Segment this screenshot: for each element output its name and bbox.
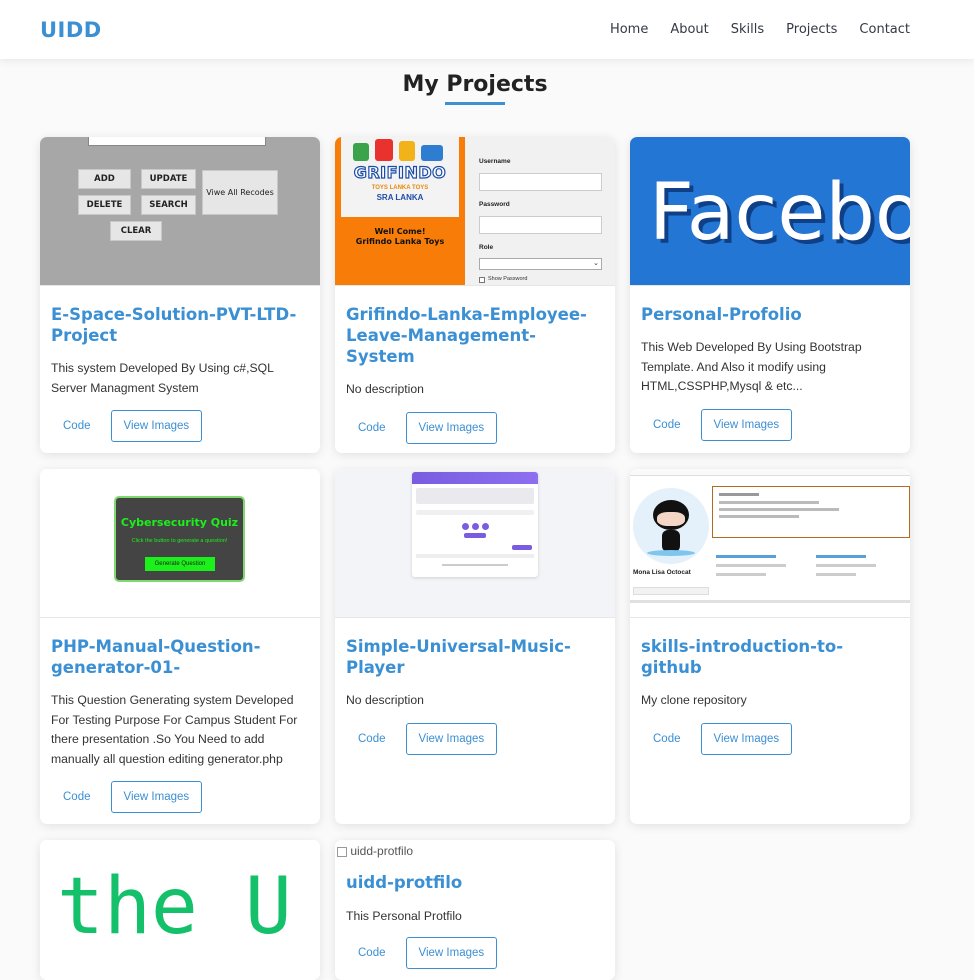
project-card: Mona Lisa Octocat skills-introduction-to… xyxy=(630,469,910,824)
project-description: No description xyxy=(346,693,424,707)
view-images-button[interactable]: View Images xyxy=(405,411,498,444)
project-thumbnail[interactable]: ADD UPDATE DELETE SEARCH CLEAR Viwe All … xyxy=(40,137,320,286)
project-description: No description xyxy=(346,382,424,396)
update-button-image: UPDATE xyxy=(141,169,196,189)
project-title[interactable]: Grifindo-Lanka-Employee-Leave-Management… xyxy=(346,304,604,367)
project-thumbnail[interactable]: the U xyxy=(40,840,320,980)
project-thumbnail[interactable]: GRIFINDO TOYS LANKA TOYS SRA LANKA Well … xyxy=(335,137,615,286)
nav-link-home[interactable]: Home xyxy=(610,22,648,37)
project-title[interactable]: E-Space-Solution-PVT-LTD-Project xyxy=(51,304,309,346)
project-thumbnail[interactable]: Cybersecurity Quiz Click the button to g… xyxy=(40,469,320,618)
project-description: This system Developed By Using c#,SQL Se… xyxy=(51,361,274,395)
code-link[interactable]: Code xyxy=(346,422,398,434)
nav-link-about[interactable]: About xyxy=(670,22,708,37)
project-title[interactable]: skills-introduction-to-github xyxy=(641,636,899,678)
project-title[interactable]: uidd-protfilo xyxy=(346,872,604,893)
project-description: This Web Developed By Using Bootstrap Te… xyxy=(641,340,862,393)
add-button-image: ADD xyxy=(78,169,131,189)
project-description: My clone repository xyxy=(641,693,747,707)
music-player-image xyxy=(412,472,538,577)
welcome-text: Well Come! xyxy=(374,227,426,236)
site-logo[interactable]: UIDD xyxy=(40,18,102,42)
grifindo-logo-image: GRIFINDO TOYS LANKA TOYS SRA LANKA xyxy=(341,137,459,217)
code-link[interactable]: Code xyxy=(51,420,103,432)
view-images-button[interactable]: View Images xyxy=(405,722,498,755)
broken-image-icon xyxy=(337,846,347,857)
navbar: UIDD Home About Skills Projects Contact xyxy=(0,0,974,59)
octocat-avatar-image xyxy=(633,488,709,564)
project-card: Cybersecurity Quiz Click the button to g… xyxy=(40,469,320,824)
title-underline xyxy=(445,102,505,105)
section-title: My Projects xyxy=(402,72,548,97)
input-field-image xyxy=(88,137,266,146)
search-button-image: SEARCH xyxy=(141,195,196,215)
code-link[interactable]: Code xyxy=(346,947,398,959)
project-description: This Personal Protfilo xyxy=(346,909,462,923)
readme-box-image xyxy=(712,486,910,538)
nav-menu: Home About Skills Projects Contact xyxy=(610,22,910,37)
project-thumbnail[interactable]: Facebo xyxy=(630,137,910,286)
project-card: uidd-protfilo uidd-protfilo This Persona… xyxy=(335,840,615,980)
orange-panel: GRIFINDO TOYS LANKA TOYS SRA LANKA Well … xyxy=(335,137,465,285)
code-link[interactable]: Code xyxy=(346,733,398,745)
view-images-button[interactable]: View Images xyxy=(110,781,203,813)
password-field-image xyxy=(479,216,602,234)
broken-image-placeholder[interactable]: uidd-protfilo xyxy=(335,840,615,858)
project-description: This Question Generating system Develope… xyxy=(51,693,298,766)
view-images-button[interactable]: View Images xyxy=(700,722,793,755)
project-title[interactable]: Personal-Profolio xyxy=(641,304,899,325)
the-u-text-image: the U xyxy=(57,862,292,952)
code-link[interactable]: Code xyxy=(641,419,693,431)
project-title[interactable]: PHP-Manual-Question-generator-01- xyxy=(51,636,309,678)
project-thumbnail[interactable]: Mona Lisa Octocat xyxy=(630,469,910,618)
project-card: Simple-Universal-Music-Player No descrip… xyxy=(335,469,615,824)
section-heading: My Projects xyxy=(0,72,950,105)
view-images-button[interactable]: View Images xyxy=(405,936,498,969)
view-images-button[interactable]: View Images xyxy=(700,408,793,441)
facebook-wordmark-image: Facebo xyxy=(649,168,910,258)
code-link[interactable]: Code xyxy=(51,791,103,803)
username-field-image xyxy=(479,173,602,191)
project-card: the U xyxy=(40,840,320,980)
project-title[interactable]: Simple-Universal-Music-Player xyxy=(346,636,604,678)
role-select-image: ⌄ xyxy=(479,258,602,270)
nav-link-skills[interactable]: Skills xyxy=(731,22,764,37)
nav-link-projects[interactable]: Projects xyxy=(786,22,837,37)
view-all-button-image: Viwe All Recodes xyxy=(202,170,278,215)
company-text: Grifindo Lanka Toys xyxy=(355,237,445,246)
delete-button-image: DELETE xyxy=(78,195,131,215)
nav-link-contact[interactable]: Contact xyxy=(859,22,910,37)
code-link[interactable]: Code xyxy=(641,733,693,745)
project-card: GRIFINDO TOYS LANKA TOYS SRA LANKA Well … xyxy=(335,137,615,453)
project-card: Facebo Personal-Profolio This Web Develo… xyxy=(630,137,910,453)
view-images-button[interactable]: View Images xyxy=(110,410,203,442)
project-card: ADD UPDATE DELETE SEARCH CLEAR Viwe All … xyxy=(40,137,320,453)
project-thumbnail[interactable] xyxy=(335,469,615,618)
clear-button-image: CLEAR xyxy=(110,221,162,241)
quiz-panel-image: Cybersecurity Quiz Click the button to g… xyxy=(114,496,245,582)
